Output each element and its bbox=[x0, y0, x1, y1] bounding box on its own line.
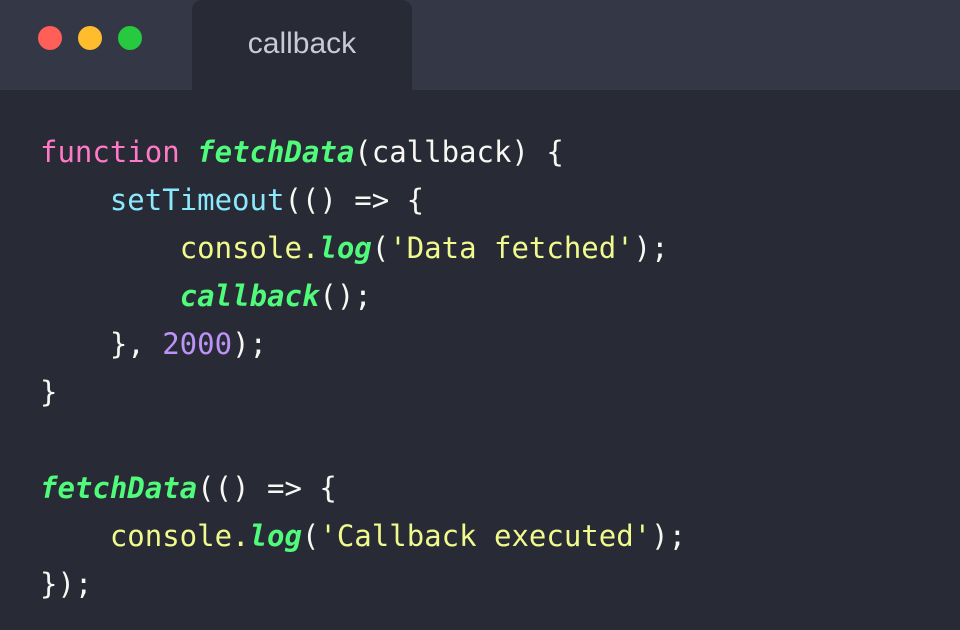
title-bar: callback bbox=[0, 0, 960, 90]
maximize-window-button[interactable] bbox=[118, 26, 142, 50]
code-token: 'Callback executed' bbox=[319, 519, 652, 553]
code-line: function fetchData(callback) { bbox=[40, 128, 686, 176]
code-token: (); bbox=[319, 279, 372, 313]
code-token: (() => { bbox=[197, 471, 337, 505]
code-token: fetchData bbox=[40, 471, 198, 505]
code-token: 'Data fetched' bbox=[389, 231, 634, 265]
code-token: log bbox=[319, 231, 372, 265]
code-line: } bbox=[40, 368, 686, 416]
close-window-button[interactable] bbox=[38, 26, 62, 50]
code-token: console. bbox=[179, 231, 320, 265]
code-token: }); bbox=[40, 567, 93, 601]
code-token: ); bbox=[651, 519, 687, 553]
code-token: ); bbox=[232, 327, 267, 361]
code-token: ); bbox=[633, 231, 669, 265]
code-token: fetchData bbox=[197, 135, 355, 169]
minimize-window-button[interactable] bbox=[78, 26, 102, 50]
code-window: callback function fetchData(callback) { … bbox=[0, 0, 960, 630]
code-token: } bbox=[40, 375, 58, 409]
code-line: }, 2000); bbox=[40, 320, 686, 368]
code-token: setTimeout bbox=[109, 183, 285, 217]
code-token: (() => { bbox=[284, 183, 425, 217]
code-token: console. bbox=[109, 519, 250, 553]
code-line: setTimeout(() => { bbox=[40, 176, 686, 224]
code-line: console.log('Callback executed'); bbox=[40, 512, 686, 560]
code-line: fetchData(() => { bbox=[40, 464, 686, 512]
code-token: (callback) { bbox=[354, 135, 564, 169]
code-token: callback bbox=[179, 279, 320, 313]
code-token: function bbox=[40, 135, 180, 169]
code-line: callback(); bbox=[40, 272, 686, 320]
code-block: function fetchData(callback) { setTimeou… bbox=[40, 128, 686, 608]
code-token: ( bbox=[301, 519, 320, 553]
tab-callback[interactable]: callback bbox=[192, 0, 412, 90]
code-token: 2000 bbox=[162, 327, 233, 361]
code-token: log bbox=[249, 519, 302, 553]
code-token: }, bbox=[40, 327, 163, 361]
tab-label: callback bbox=[247, 27, 357, 60]
code-line: console.log('Data fetched'); bbox=[40, 224, 686, 272]
code-line: }); bbox=[40, 560, 686, 608]
code-token: ( bbox=[371, 231, 390, 265]
